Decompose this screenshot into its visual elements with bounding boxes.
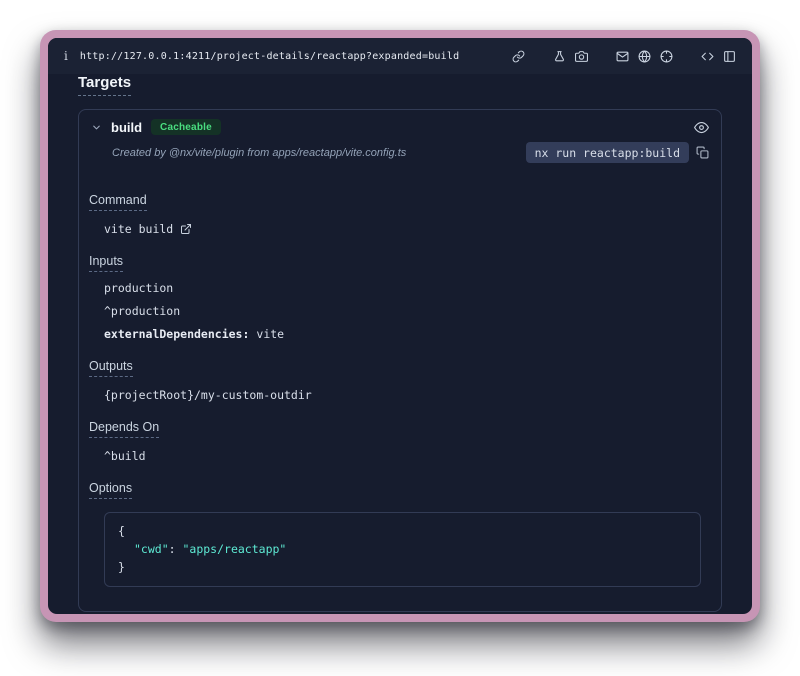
- build-card-body: Command vite build Inputs production ^pr…: [79, 173, 721, 611]
- link-icon[interactable]: [512, 50, 525, 63]
- cacheable-badge: Cacheable: [151, 119, 221, 135]
- info-icon: i: [64, 49, 68, 63]
- command-value: vite build: [104, 222, 173, 236]
- build-card-subheader: Created by @nx/vite/plugin from apps/rea…: [79, 139, 721, 173]
- input-item: production: [104, 281, 701, 295]
- section-label-outputs: Outputs: [89, 359, 133, 377]
- outputs-value: {projectRoot}/my-custom-outdir: [104, 388, 701, 402]
- inputs-list: production ^production externalDependenc…: [89, 281, 701, 341]
- json-cwd-line: "cwd": "apps/reactapp": [118, 541, 687, 559]
- flask-icon[interactable]: [553, 50, 566, 63]
- input-item-external-deps: externalDependencies: vite: [104, 327, 701, 341]
- section-label-command: Command: [89, 193, 147, 211]
- code-icon[interactable]: [701, 50, 714, 63]
- section-label-depends-on: Depends On: [89, 420, 159, 438]
- input-item: ^production: [104, 304, 701, 318]
- build-card-header: build Cacheable: [79, 110, 721, 139]
- project-details-content: Targets build Cacheable Created by @nx/v…: [48, 74, 752, 614]
- titlebar: i http://127.0.0.1:4211/project-details/…: [48, 38, 752, 74]
- sidebar-icon[interactable]: [723, 50, 736, 63]
- app-window: i http://127.0.0.1:4211/project-details/…: [40, 30, 760, 622]
- crosshair-icon[interactable]: [660, 50, 673, 63]
- target-name: build: [111, 120, 142, 135]
- url-text: http://127.0.0.1:4211/project-details/re…: [80, 51, 459, 62]
- json-close-brace: }: [118, 559, 687, 577]
- json-value-cwd: "apps/reactapp": [182, 542, 286, 556]
- section-label-options: Options: [89, 481, 132, 499]
- globe-icon[interactable]: [638, 50, 651, 63]
- camera-icon[interactable]: [575, 50, 588, 63]
- mail-icon[interactable]: [616, 50, 629, 63]
- browser-frame: i http://127.0.0.1:4211/project-details/…: [48, 38, 752, 614]
- run-command-chip: nx run reactapp:build: [526, 142, 689, 163]
- target-card-build: build Cacheable Created by @nx/vite/plug…: [78, 109, 722, 612]
- json-separator: :: [169, 542, 183, 556]
- external-deps-key: externalDependencies:: [104, 327, 249, 341]
- chevron-down-icon[interactable]: [91, 122, 102, 133]
- options-json-block: { "cwd": "apps/reactapp" }: [104, 512, 701, 587]
- page-title: Targets: [78, 74, 131, 96]
- external-deps-value: vite: [256, 327, 284, 341]
- titlebar-actions: [512, 50, 736, 63]
- depends-on-value: ^build: [104, 449, 701, 463]
- section-label-inputs: Inputs: [89, 254, 123, 272]
- command-value-row: vite build: [104, 222, 701, 236]
- eye-icon[interactable]: [694, 120, 709, 135]
- json-open-brace: {: [118, 523, 687, 541]
- json-key-cwd: "cwd": [134, 542, 169, 556]
- external-link-icon[interactable]: [180, 223, 192, 235]
- copy-icon[interactable]: [696, 146, 709, 159]
- created-by-text: Created by @nx/vite/plugin from apps/rea…: [112, 147, 406, 159]
